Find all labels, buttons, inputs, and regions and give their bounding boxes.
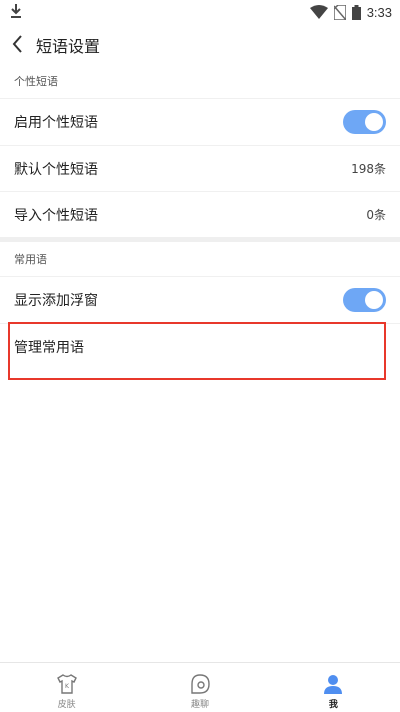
profile-icon <box>324 675 343 694</box>
row-label: 默认个性短语 <box>14 161 98 178</box>
row-label: 管理常用语 <box>14 339 84 356</box>
tab-label: 趣聊 <box>190 700 209 710</box>
show-add-float-window-row[interactable]: 显示添加浮窗 <box>0 276 400 322</box>
status-time: 3:33 <box>366 4 392 20</box>
phrase-count: 0条 <box>366 208 386 222</box>
tab-chat[interactable]: 趣聊 <box>133 663 266 712</box>
toggle-knob <box>365 112 383 131</box>
toggle-knob <box>365 290 383 309</box>
phrase-count: 198条 <box>351 162 386 176</box>
row-label: 导入个性短语 <box>14 207 98 224</box>
shirt-icon: K <box>56 674 77 694</box>
row-label: 启用个性短语 <box>14 114 98 131</box>
section-header-common-phrases: 常用语 <box>14 253 47 266</box>
show-add-float-window-toggle[interactable] <box>343 287 386 312</box>
tab-skin[interactable]: K 皮肤 <box>0 663 133 712</box>
manage-common-phrases-row[interactable]: 管理常用语 <box>0 323 400 369</box>
page-title: 短语设置 <box>36 37 101 56</box>
enable-personal-phrases-row[interactable]: 启用个性短语 <box>0 98 400 144</box>
title-bar: 短语设置 <box>0 24 400 64</box>
tab-label: 我 <box>328 700 338 710</box>
section-header-personal-phrases: 个性短语 <box>14 75 58 88</box>
status-bar: 3:33 <box>0 0 400 24</box>
wifi-icon <box>309 5 328 19</box>
download-icon <box>11 4 21 18</box>
row-label: 显示添加浮窗 <box>14 292 98 309</box>
tab-label: 皮肤 <box>57 700 76 710</box>
no-sim-icon <box>333 4 346 20</box>
back-arrow-icon[interactable] <box>10 33 26 55</box>
import-personal-phrases-row[interactable]: 导入个性短语 0条 <box>0 191 400 237</box>
bottom-tab-bar: K 皮肤 趣聊 我 <box>0 662 400 712</box>
enable-personal-phrases-toggle[interactable] <box>343 109 386 134</box>
default-personal-phrases-row[interactable]: 默认个性短语 198条 <box>0 145 400 191</box>
battery-icon <box>351 4 361 20</box>
chat-icon <box>191 674 210 694</box>
svg-text:K: K <box>65 683 70 690</box>
tab-me[interactable]: 我 <box>267 663 400 712</box>
